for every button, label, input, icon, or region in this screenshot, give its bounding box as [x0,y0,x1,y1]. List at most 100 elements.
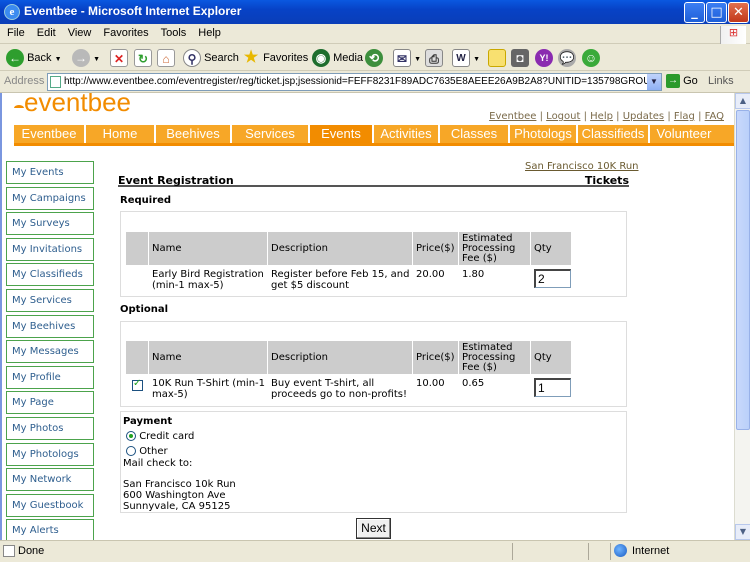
toplink-updates[interactable]: Updates [623,111,664,122]
nav-volunteer[interactable]: Volunteer [650,125,718,143]
back-dropdown-icon[interactable]: ▼ [55,56,62,63]
menu-file[interactable]: File [0,24,30,39]
page-title: Event Registration [118,174,234,187]
nav-events[interactable]: Events [310,125,374,143]
sidebar-item-events[interactable]: My Events [6,161,94,184]
search-button[interactable]: ⚲ Search [183,48,239,68]
refresh-button[interactable]: ↻ [134,48,152,68]
nav-classes[interactable]: Classes [440,125,510,143]
menu-favorites[interactable]: Favorites [96,24,153,39]
scroll-thumb[interactable] [736,110,750,430]
sidebar-item-campaigns[interactable]: My Campaigns [6,186,94,210]
sidebar-item-services[interactable]: My Services [6,288,94,312]
sidebar-item-profile[interactable]: My Profile [6,365,94,389]
sidebar-item-network[interactable]: My Network [6,468,94,492]
optional-qty-input[interactable]: 1 [534,378,571,397]
nav-photologs[interactable]: Photologs [510,125,578,143]
sidebar-item-guestbook[interactable]: My Guestbook [6,493,94,517]
mail-check-label: Mail check to: [123,458,193,469]
links-button[interactable]: Links [708,75,734,87]
col-qty: Qty [531,341,571,374]
nav-eventbee[interactable]: Eventbee [14,125,86,143]
sidebar-item-classifieds[interactable]: My Classifieds [6,263,94,287]
window-title: Eventbee - Microsoft Internet Explorer [24,4,242,18]
history-button[interactable]: ⟲ [365,48,383,68]
maximize-button[interactable]: □ [706,2,727,23]
stop-button[interactable]: ✕ [110,48,128,68]
messenger-button[interactable]: ◘ [511,48,529,68]
menu-edit[interactable]: Edit [30,24,61,39]
ticket-description: Buy event T-shirt, all proceeds go to no… [271,378,407,400]
sidebar-item-invitations[interactable]: My Invitations [6,237,94,261]
mailing-address: San Francisco 10k Run 600 Washington Ave… [123,479,236,512]
minimize-button[interactable]: _ [684,2,705,23]
required-qty-input[interactable]: 2 [534,269,571,288]
col-name: Name [149,232,267,265]
menu-view[interactable]: View [61,24,97,39]
scroll-up-icon[interactable]: ▲ [735,93,750,109]
sidebar-item-beehives[interactable]: My Beehives [6,314,94,338]
close-button[interactable]: ✕ [728,2,749,23]
address-dropdown-icon[interactable]: ▼ [647,74,661,90]
other-radio[interactable] [126,446,136,456]
logo-swoosh-icon [14,105,24,111]
discuss-button[interactable] [488,48,506,68]
yahoo-button[interactable]: Y! [535,48,553,68]
note-icon [488,49,506,68]
nav-services[interactable]: Services [232,125,310,143]
sidebar-item-messages[interactable]: My Messages [6,340,94,364]
main-nav: Eventbee Home Beehives Services Events A… [14,125,734,146]
eventbee-logo[interactable]: eventbee [14,93,131,118]
sidebar-item-surveys[interactable]: My Surveys [6,212,94,236]
edit-button[interactable]: W ▼ [452,48,480,68]
menu-help[interactable]: Help [191,24,226,39]
payment-option-other[interactable]: Other [126,446,168,457]
toplink-logout[interactable]: Logout [546,111,580,122]
mail-dropdown-icon[interactable]: ▼ [414,56,421,63]
menu-tools[interactable]: Tools [154,24,192,39]
chat-button[interactable]: 💬 [558,48,576,68]
table-row: Early Bird Registration (min-1 max-5) Re… [126,266,571,291]
next-button[interactable]: Next [356,518,391,539]
credit-card-radio[interactable] [126,431,136,441]
page-icon [50,76,61,88]
chat-bubble-icon: 💬 [558,49,576,68]
address-input[interactable]: http://www.eventbee.com/eventregister/re… [47,73,662,91]
media-button[interactable]: ◉ Media [312,48,363,68]
edit-dropdown-icon[interactable]: ▼ [473,56,480,63]
event-name-link[interactable]: San Francisco 10K Run [525,161,639,172]
sidebar-item-photologs[interactable]: My Photologs [6,442,94,466]
back-button[interactable]: ← Back ▼ [6,48,62,68]
favorites-button[interactable]: ★ Favorites [242,48,308,68]
col-description: Description [268,232,412,265]
go-button[interactable]: → Go [666,74,698,88]
toplink-flag[interactable]: Flag [674,111,695,122]
col-name: Name [149,341,267,374]
forward-dropdown-icon[interactable]: ▼ [93,56,100,63]
forward-button[interactable]: → ▼ [72,48,100,68]
nav-activities[interactable]: Activities [374,125,440,143]
contacts-button[interactable]: ☺ [582,48,600,68]
sidebar-item-alerts[interactable]: My Alerts [6,519,94,540]
home-button[interactable]: ⌂ [157,48,175,68]
nav-home[interactable]: Home [86,125,156,143]
payment-option-credit-card[interactable]: Credit card [126,431,194,442]
nav-classifieds[interactable]: Classifieds [578,125,650,143]
optional-ticket-checkbox[interactable] [132,378,143,391]
other-label: Other [139,446,168,457]
back-label: Back [27,52,52,64]
toplink-faq[interactable]: FAQ [705,111,724,122]
toplink-eventbee[interactable]: Eventbee [489,111,536,122]
refresh-icon: ↻ [134,49,152,68]
credit-card-label: Credit card [139,431,195,442]
sidebar-item-page[interactable]: My Page [6,391,94,415]
mail-button[interactable]: ✉ ▼ [393,48,421,68]
toplink-help[interactable]: Help [590,111,613,122]
print-button[interactable]: ⎙ [425,48,443,68]
table-header-row: Name Description Price($) Estimated Proc… [126,341,571,374]
scroll-down-icon[interactable]: ▼ [735,524,750,540]
nav-beehives[interactable]: Beehives [156,125,232,143]
sidebar-item-photos[interactable]: My Photos [6,416,94,440]
home-icon: ⌂ [157,49,175,68]
vertical-scrollbar[interactable]: ▲ ▼ [734,93,750,540]
